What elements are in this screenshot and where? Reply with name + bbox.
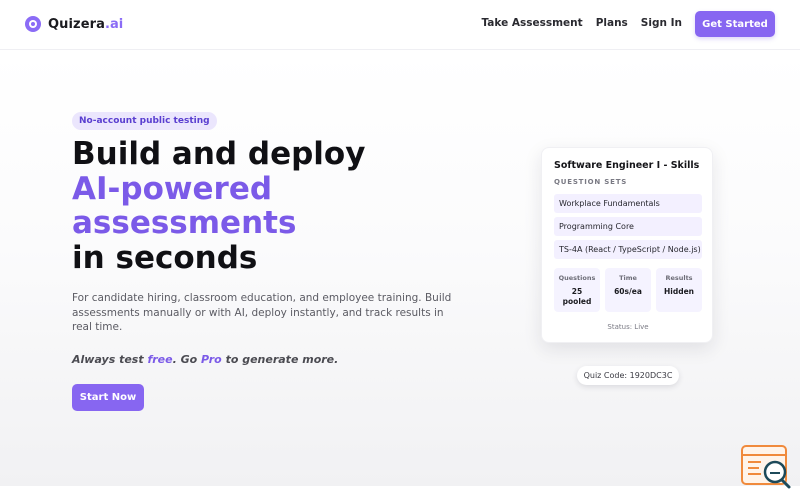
assessment-preview-card: Software Engineer I - Skills QUESTION SE… bbox=[541, 147, 713, 343]
stat-value-line: 25 bbox=[571, 287, 583, 296]
headline-accent-2: assessments bbox=[72, 205, 297, 241]
question-set-item: TS-4A (React / TypeScript / Node.js) bbox=[554, 240, 702, 259]
tagline-text-1: Always test bbox=[72, 353, 148, 366]
hero-description: For candidate hiring, classroom educatio… bbox=[72, 292, 452, 333]
top-nav: Quizera .ai Take Assessment Plans Sign In… bbox=[0, 0, 800, 50]
get-started-button[interactable]: Get Started bbox=[695, 11, 775, 37]
question-sets-heading: QUESTION SETS bbox=[554, 178, 628, 186]
stat-label: Time bbox=[619, 274, 637, 282]
search-document-icon[interactable] bbox=[739, 444, 793, 490]
stat-results: Results Hidden bbox=[656, 268, 702, 312]
tagline-pro: Pro bbox=[201, 353, 222, 366]
nav-take-assessment[interactable]: Take Assessment bbox=[482, 17, 583, 29]
stat-time: Time 60s/ea bbox=[605, 268, 651, 312]
stat-label: Questions bbox=[558, 274, 596, 282]
stat-value-line: 60s/ea bbox=[614, 287, 642, 296]
tagline-text-2: . Go bbox=[172, 353, 202, 366]
stat-value: 25 pooled bbox=[554, 287, 600, 306]
stat-value-line: pooled bbox=[562, 296, 592, 306]
nav-plans[interactable]: Plans bbox=[596, 17, 628, 29]
start-now-button[interactable]: Start Now bbox=[72, 384, 144, 411]
hero-headline: Build and deploy AI-powered assessments … bbox=[72, 137, 472, 275]
stat-value: 60s/ea bbox=[605, 287, 651, 297]
tagline-free: free bbox=[147, 353, 173, 366]
quiz-code-pill: Quiz Code: 1920DC3C bbox=[577, 366, 679, 385]
pricing-tagline: Always test free. Go Pro to generate mor… bbox=[72, 353, 338, 366]
question-set-item: Workplace Fundamentals bbox=[554, 194, 702, 213]
page-bottom-edge bbox=[0, 486, 800, 500]
brand-logo[interactable]: Quizera .ai bbox=[25, 16, 123, 32]
stat-label: Results bbox=[665, 274, 693, 282]
stat-value: Hidden bbox=[656, 287, 702, 297]
brand-suffix: .ai bbox=[105, 16, 124, 32]
headline-line-2: in seconds bbox=[72, 239, 258, 276]
headline-accent-1: AI-powered bbox=[72, 170, 273, 207]
question-set-item: Programming Core bbox=[554, 217, 702, 236]
stat-questions: Questions 25 pooled bbox=[554, 268, 600, 312]
logo-icon bbox=[25, 16, 41, 32]
status-text: Status: Live bbox=[607, 323, 649, 331]
brand-name: Quizera bbox=[48, 16, 106, 32]
nav-links: Take Assessment Plans Sign In bbox=[482, 17, 683, 29]
stat-value-line: Hidden bbox=[663, 287, 694, 296]
tagline-text-3: to generate more. bbox=[221, 353, 339, 366]
public-testing-badge: No-account public testing bbox=[72, 112, 217, 130]
headline-line-1: Build and deploy bbox=[72, 136, 366, 172]
nav-sign-in[interactable]: Sign In bbox=[641, 17, 682, 29]
card-title: Software Engineer I - Skills bbox=[554, 160, 700, 171]
